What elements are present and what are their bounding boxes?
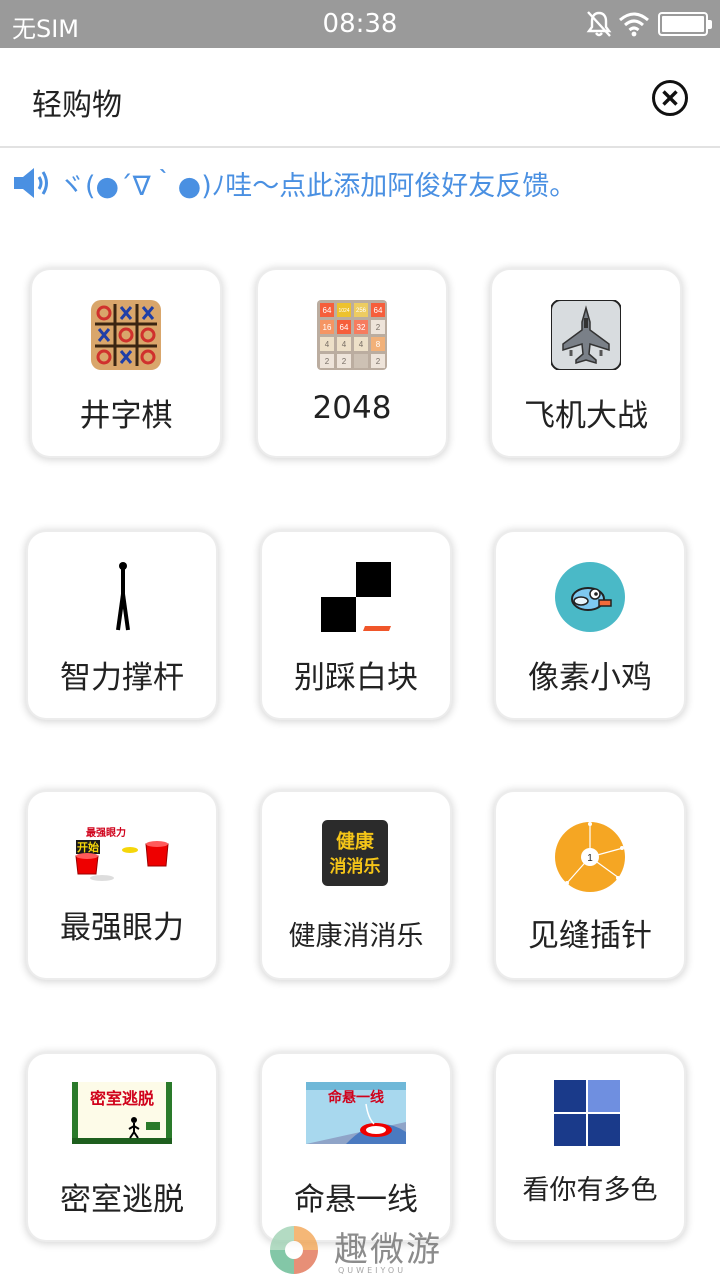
game-label: 井字棋	[79, 398, 173, 434]
game-label: 别踩白块	[294, 660, 418, 696]
match-sub-text: 消消乐	[330, 856, 381, 876]
game-label: 2048	[312, 390, 392, 426]
game-tile-plane-war[interactable]: 飞机大战	[492, 270, 680, 456]
tile-2048-text: 64	[323, 306, 332, 315]
game-tile-tic-tac-toe[interactable]: 井字棋	[32, 270, 220, 456]
tile-2048-text: 2	[376, 357, 381, 366]
wifi-icon	[619, 12, 649, 37]
match-title-text: 健康	[336, 829, 374, 851]
game-tile-2048[interactable]: 64 1024 256 64 16 64 32 2 4 4 4 8 2 2 2 …	[258, 270, 446, 456]
rope-game-icon: 命悬一线	[306, 1082, 406, 1144]
battery-icon	[658, 12, 712, 36]
game-label: 像素小鸡	[528, 660, 652, 696]
tile-2048-text: 64	[340, 323, 349, 332]
game-label: 见缝插针	[528, 918, 652, 954]
clock: 08:38	[322, 9, 398, 39]
cups-title-text: 最强眼力	[86, 826, 126, 839]
pin-circle-icon: 1	[555, 822, 625, 892]
stick-figure-icon	[116, 562, 130, 631]
game-tile-rope[interactable]: 命悬一线 命悬一线	[262, 1054, 450, 1240]
piano-tiles-icon	[321, 562, 391, 632]
cups-icon: 最强眼力 开始	[75, 826, 169, 881]
tile-2048-text: 4	[359, 340, 364, 349]
game-tile-piano-tiles[interactable]: 别踩白块	[262, 532, 450, 718]
game-label: 最强眼力	[60, 910, 184, 946]
tile-2048-text: 1024	[338, 308, 349, 314]
title-bar: 轻购物	[0, 48, 720, 148]
cups-start-text: 开始	[77, 840, 99, 854]
feedback-notice[interactable]: ヾ(●´∇｀●)ﾉ哇～点此添加阿俊好友反馈。	[12, 160, 576, 206]
escape-title-text: 密室逃脱	[89, 1089, 154, 1108]
tic-tac-toe-icon	[91, 300, 161, 370]
flappy-bird-icon	[555, 562, 625, 632]
fighter-jet-icon	[551, 300, 621, 370]
watermark: 趣微游 QUWEIYOU	[268, 1222, 458, 1278]
tile-2048-text: 8	[376, 340, 381, 349]
game-tile-match[interactable]: 健康 消消乐 健康消消乐	[262, 792, 450, 978]
tile-2048-text: 4	[342, 340, 347, 349]
bell-muted-icon	[586, 11, 612, 37]
page-title: 轻购物	[32, 88, 122, 123]
status-bar: 无SIM 08:38	[0, 0, 720, 48]
close-icon[interactable]	[651, 79, 689, 117]
game-tile-pixel-bird[interactable]: 像素小鸡	[496, 532, 684, 718]
match-game-icon: 健康 消消乐	[322, 820, 388, 886]
game-tile-escape[interactable]: 密室逃脱 密室逃脱	[28, 1054, 216, 1240]
game-tile-eye-sight[interactable]: 最强眼力 开始 最强眼力	[28, 792, 216, 978]
game-label: 密室逃脱	[60, 1182, 184, 1218]
pin-number-text: 1	[587, 853, 593, 864]
tile-2048-text: 64	[374, 306, 383, 315]
rope-title-text: 命悬一线	[327, 1089, 384, 1105]
notice-text: ヾ(●´∇｀●)ﾉ哇～点此添加阿俊好友反馈。	[58, 170, 577, 202]
2048-icon: 64 1024 256 64 16 64 32 2 4 4 4 8 2 2 2	[317, 300, 387, 370]
tile-2048-text: 32	[357, 323, 366, 332]
game-label: 命悬一线	[294, 1182, 418, 1218]
game-label: 健康消消乐	[288, 921, 424, 952]
tile-2048-text: 256	[356, 308, 367, 314]
tile-2048-text: 2	[376, 323, 381, 332]
watermark-subtext: QUWEIYOU	[338, 1266, 407, 1275]
game-tile-pole-vault[interactable]: 智力撑杆	[28, 532, 216, 718]
game-label: 智力撑杆	[60, 660, 184, 696]
watermark-text: 趣微游	[334, 1230, 442, 1270]
escape-room-icon: 密室逃脱	[72, 1082, 172, 1144]
game-tile-pin[interactable]: 1 见缝插针	[496, 792, 684, 978]
quweiyou-logo-icon	[270, 1226, 318, 1274]
tile-2048-text: 2	[342, 357, 347, 366]
tile-2048-text: 4	[325, 340, 330, 349]
color-squares-icon	[554, 1080, 620, 1146]
game-tile-color[interactable]: 看你有多色	[496, 1054, 684, 1240]
game-label: 飞机大战	[524, 398, 648, 434]
game-label: 看你有多色	[522, 1175, 658, 1206]
tile-2048-text: 2	[325, 357, 330, 366]
speaker-icon	[14, 168, 48, 198]
tile-2048-text: 16	[323, 323, 332, 332]
